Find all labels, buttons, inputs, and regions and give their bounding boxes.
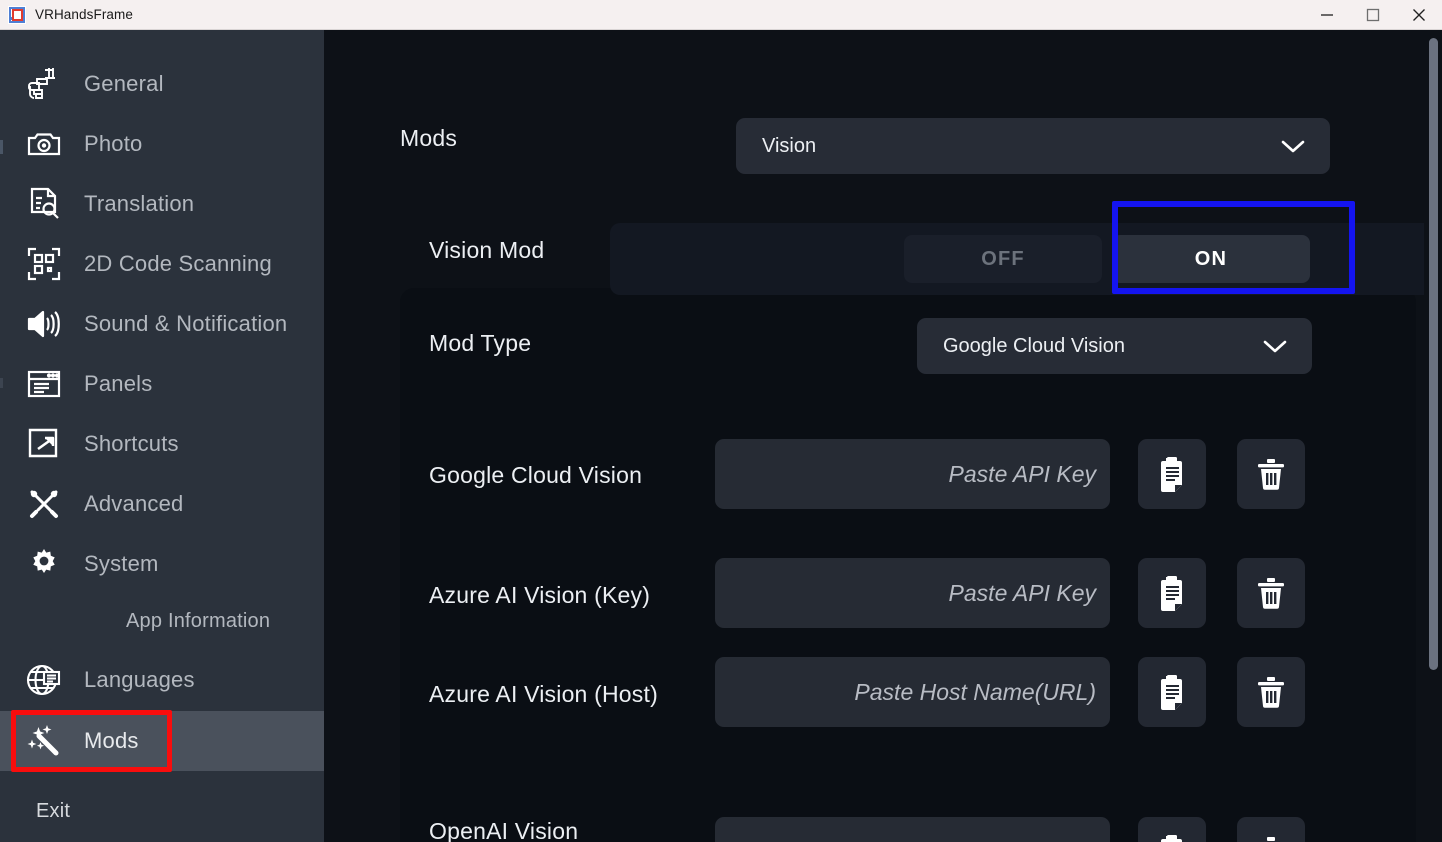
sidebar-item-label: 2D Code Scanning bbox=[84, 251, 272, 276]
speaker-icon bbox=[22, 302, 66, 346]
main-content: Mods Vision Vision Mod OFF ON Mod Type G… bbox=[324, 30, 1442, 842]
sidebar: General Photo Translation 2D Code Scanni… bbox=[0, 30, 324, 842]
api-row-label: Azure AI Vision (Host) bbox=[429, 681, 658, 707]
hand-gesture-icon bbox=[22, 62, 66, 106]
sidebar-item-advanced[interactable]: Advanced bbox=[0, 474, 324, 534]
api-row-label: Azure AI Vision (Key) bbox=[429, 582, 651, 608]
gear-icon bbox=[22, 542, 66, 586]
sidebar-item-label: Languages bbox=[84, 667, 195, 692]
sidebar-item-label: System bbox=[84, 551, 159, 576]
google-cloud-vision-paste-button[interactable] bbox=[1138, 439, 1206, 509]
input-placeholder: Paste API Key bbox=[948, 460, 1096, 487]
sidebar-subitem-label: App Information bbox=[126, 609, 271, 632]
application-window: VRHandsFrame General Photo Translation 2… bbox=[0, 0, 1442, 842]
camera-icon bbox=[22, 122, 66, 166]
chevron-down-icon bbox=[1280, 138, 1306, 154]
vision-mod-label: Vision Mod bbox=[429, 237, 545, 263]
sidebar-item-general[interactable]: General bbox=[0, 54, 324, 114]
sidebar-item-label: Mods bbox=[84, 728, 139, 753]
vertical-scrollbar-thumb[interactable] bbox=[1429, 38, 1438, 670]
input-placeholder: Paste Host Name(URL) bbox=[854, 678, 1096, 705]
window-title: VRHandsFrame bbox=[35, 7, 133, 22]
sidebar-item-translation[interactable]: Translation bbox=[0, 174, 324, 234]
sidebar-item-2d-code-scanning[interactable]: 2D Code Scanning bbox=[0, 234, 324, 294]
sidebar-item-label: Shortcuts bbox=[84, 431, 179, 456]
sidebar-item-panels[interactable]: Panels bbox=[0, 354, 324, 414]
api-row-label: OpenAI Vision bbox=[429, 818, 579, 842]
sidebar-item-sound-notification[interactable]: Sound & Notification bbox=[0, 294, 324, 354]
sidebar-item-label: Advanced bbox=[84, 491, 184, 516]
sidebar-item-mods[interactable]: Mods bbox=[0, 711, 324, 771]
vertical-scrollbar-track[interactable] bbox=[1424, 30, 1442, 842]
vision-mod-off-button[interactable]: OFF bbox=[904, 235, 1102, 283]
mods-dropdown-value: Vision bbox=[762, 134, 817, 157]
maximize-button[interactable] bbox=[1350, 0, 1396, 29]
sidebar-item-label: General bbox=[84, 71, 164, 96]
mod-type-label: Mod Type bbox=[429, 330, 532, 356]
sidebar-item-label: Panels bbox=[84, 371, 153, 396]
title-bar: VRHandsFrame bbox=[0, 0, 1442, 30]
document-search-icon bbox=[22, 182, 66, 226]
vision-mod-on-button[interactable]: ON bbox=[1112, 235, 1310, 283]
magic-wand-icon bbox=[22, 719, 66, 763]
sidebar-item-label: Sound & Notification bbox=[84, 311, 288, 336]
azure-ai-vision-host-input[interactable]: Paste Host Name(URL) bbox=[715, 657, 1110, 727]
sidebar-item-system[interactable]: System bbox=[0, 534, 324, 594]
azure-ai-vision-host-delete-button[interactable] bbox=[1237, 657, 1305, 727]
sidebar-item-label: Photo bbox=[84, 131, 143, 156]
mod-type-dropdown[interactable]: Google Cloud Vision bbox=[917, 318, 1312, 374]
close-button[interactable] bbox=[1396, 0, 1442, 29]
azure-ai-vision-key-delete-button[interactable] bbox=[1237, 558, 1305, 628]
mods-label: Mods bbox=[400, 125, 458, 151]
panel-window-icon bbox=[22, 362, 66, 406]
sidebar-item-exit[interactable]: Exit bbox=[0, 786, 324, 836]
azure-ai-vision-host-paste-button[interactable] bbox=[1138, 657, 1206, 727]
input-placeholder: Paste API Key bbox=[948, 579, 1096, 606]
mod-type-dropdown-value: Google Cloud Vision bbox=[943, 334, 1125, 357]
mods-dropdown[interactable]: Vision bbox=[736, 118, 1330, 174]
sidebar-item-app-information[interactable]: App Information bbox=[0, 596, 324, 646]
azure-ai-vision-key-input[interactable]: Paste API Key bbox=[715, 558, 1110, 628]
openai-vision-delete-button[interactable] bbox=[1237, 817, 1305, 842]
globe-text-icon bbox=[22, 658, 66, 702]
google-cloud-vision-delete-button[interactable] bbox=[1237, 439, 1305, 509]
vision-mod-toggle-group: OFF ON bbox=[610, 223, 1442, 295]
shortcut-arrow-icon bbox=[22, 422, 66, 466]
tools-icon bbox=[22, 482, 66, 526]
app-logo-icon bbox=[8, 5, 26, 24]
sidebar-item-languages[interactable]: Languages bbox=[0, 650, 324, 710]
sidebar-item-label: Translation bbox=[84, 191, 195, 216]
minimize-button[interactable] bbox=[1304, 0, 1350, 29]
sidebar-item-photo[interactable]: Photo bbox=[0, 114, 324, 174]
api-row-label: Google Cloud Vision bbox=[429, 462, 643, 488]
chevron-down-icon bbox=[1262, 338, 1288, 354]
google-cloud-vision-key-input[interactable]: Paste API Key bbox=[715, 439, 1110, 509]
exit-label: Exit bbox=[36, 799, 71, 822]
azure-ai-vision-key-paste-button[interactable] bbox=[1138, 558, 1206, 628]
openai-vision-key-input[interactable] bbox=[715, 817, 1110, 842]
openai-vision-paste-button[interactable] bbox=[1138, 817, 1206, 842]
qr-code-icon bbox=[22, 242, 66, 286]
sidebar-item-shortcuts[interactable]: Shortcuts bbox=[0, 414, 324, 474]
